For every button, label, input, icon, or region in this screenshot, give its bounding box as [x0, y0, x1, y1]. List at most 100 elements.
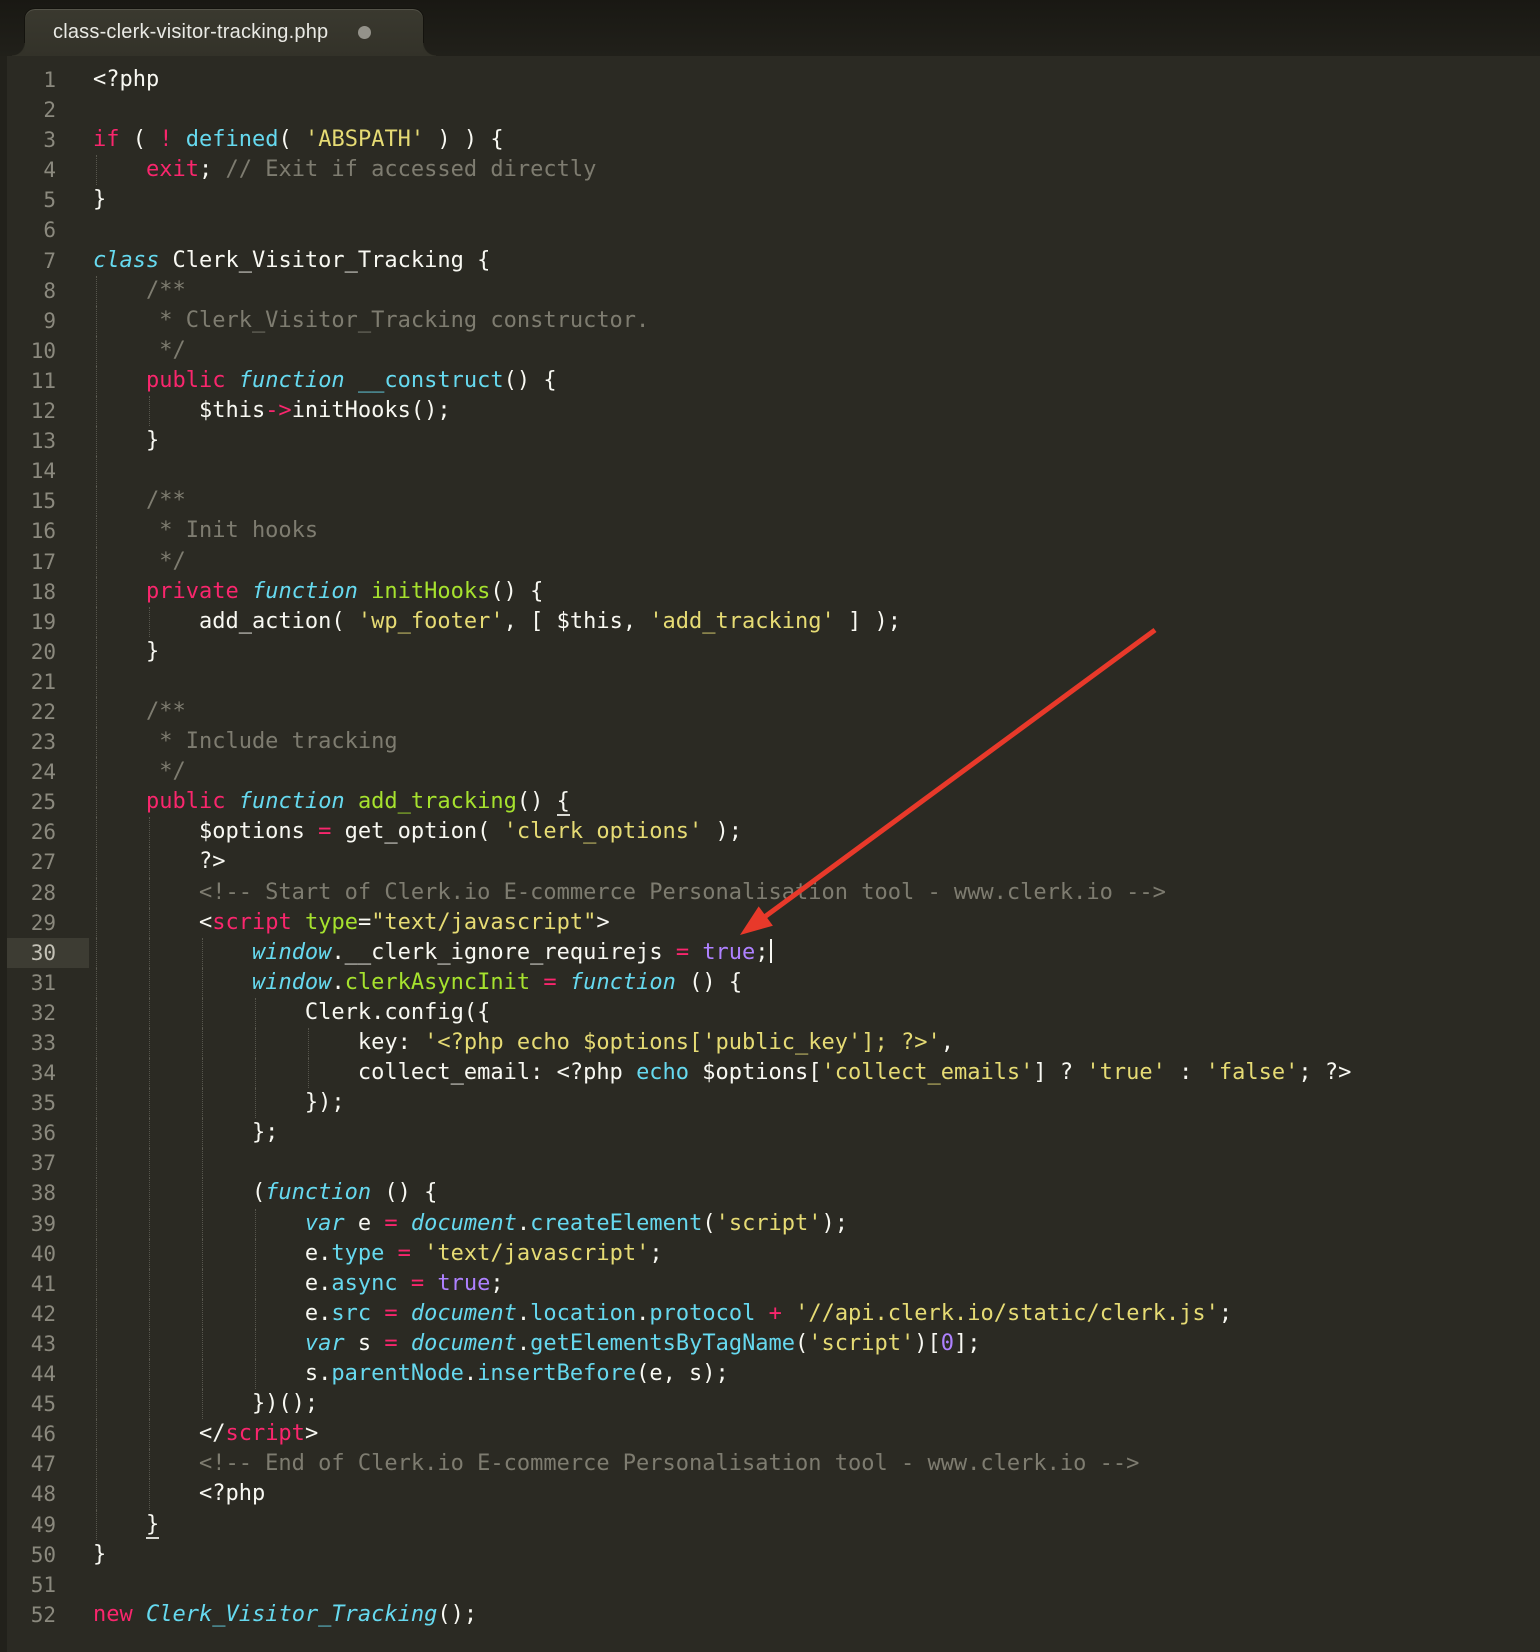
code-line-8[interactable]: 8 /** — [0, 276, 1540, 306]
line-number[interactable]: 34 — [0, 1058, 56, 1088]
code-line-35[interactable]: 35 }); — [0, 1088, 1540, 1118]
line-number[interactable]: 19 — [0, 607, 56, 637]
code-line-19[interactable]: 19 add_action( 'wp_footer', [ $this, 'ad… — [0, 607, 1540, 637]
line-number[interactable]: 8 — [0, 276, 56, 306]
code-line-text[interactable]: e.src = document.location.protocol + '//… — [93, 1299, 1540, 1329]
line-number[interactable]: 2 — [0, 95, 56, 125]
line-number[interactable]: 36 — [0, 1118, 56, 1148]
code-line-text[interactable]: s.parentNode.insertBefore(e, s); — [93, 1359, 1540, 1389]
code-line-28[interactable]: 28 <!-- Start of Clerk.io E-commerce Per… — [0, 878, 1540, 908]
code-line-43[interactable]: 43 var s = document.getElementsByTagName… — [0, 1329, 1540, 1359]
line-number[interactable]: 11 — [0, 366, 56, 396]
code-line-text[interactable]: */ — [93, 336, 1540, 366]
code-line-text[interactable]: })(); — [93, 1389, 1540, 1419]
code-editor[interactable]: 1<?php23if ( ! defined( 'ABSPATH' ) ) {4… — [0, 56, 1540, 1652]
code-line-46[interactable]: 46 </script> — [0, 1419, 1540, 1449]
line-number[interactable]: 40 — [0, 1239, 56, 1269]
code-line-text[interactable]: var s = document.getElementsByTagName('s… — [93, 1329, 1540, 1359]
code-line-text[interactable] — [93, 456, 1540, 486]
code-line-22[interactable]: 22 /** — [0, 697, 1540, 727]
code-line-text[interactable]: ?> — [93, 847, 1540, 877]
code-line-text[interactable]: var e = document.createElement('script')… — [93, 1209, 1540, 1239]
code-line-text[interactable]: }; — [93, 1118, 1540, 1148]
code-line-48[interactable]: 48 <?php — [0, 1479, 1540, 1509]
code-line-47[interactable]: 47 <!-- End of Clerk.io E-commerce Perso… — [0, 1449, 1540, 1479]
code-line-50[interactable]: 50} — [0, 1540, 1540, 1570]
code-line-text[interactable]: window.__clerk_ignore_requirejs = true; — [93, 938, 1540, 968]
code-line-29[interactable]: 29 <script type="text/javascript"> — [0, 908, 1540, 938]
code-line-text[interactable]: } — [93, 637, 1540, 667]
line-number[interactable]: 15 — [0, 486, 56, 516]
code-line-9[interactable]: 9 * Clerk_Visitor_Tracking constructor. — [0, 306, 1540, 336]
code-line-text[interactable]: * Init hooks — [93, 516, 1540, 546]
code-line-text[interactable]: add_action( 'wp_footer', [ $this, 'add_t… — [93, 607, 1540, 637]
code-line-text[interactable]: e.async = true; — [93, 1269, 1540, 1299]
line-number[interactable]: 33 — [0, 1028, 56, 1058]
code-area[interactable]: 1<?php23if ( ! defined( 'ABSPATH' ) ) {4… — [0, 65, 1540, 1630]
code-line-1[interactable]: 1<?php — [0, 65, 1540, 95]
code-line-36[interactable]: 36 }; — [0, 1118, 1540, 1148]
line-number[interactable]: 51 — [0, 1570, 56, 1600]
code-line-text[interactable]: /** — [93, 276, 1540, 306]
line-number[interactable]: 6 — [0, 215, 56, 245]
code-line-5[interactable]: 5} — [0, 185, 1540, 215]
line-number[interactable]: 5 — [0, 185, 56, 215]
code-line-38[interactable]: 38 (function () { — [0, 1178, 1540, 1208]
code-line-37[interactable]: 37 — [0, 1148, 1540, 1178]
code-line-20[interactable]: 20 } — [0, 637, 1540, 667]
line-number[interactable]: 52 — [0, 1600, 56, 1630]
code-line-39[interactable]: 39 var e = document.createElement('scrip… — [0, 1209, 1540, 1239]
code-line-6[interactable]: 6 — [0, 215, 1540, 245]
code-line-26[interactable]: 26 $options = get_option( 'clerk_options… — [0, 817, 1540, 847]
line-number[interactable]: 14 — [0, 456, 56, 486]
code-line-text[interactable]: } — [93, 1540, 1540, 1570]
code-line-10[interactable]: 10 */ — [0, 336, 1540, 366]
line-number[interactable]: 24 — [0, 757, 56, 787]
code-line-text[interactable]: <?php — [93, 1479, 1540, 1509]
code-line-text[interactable]: new Clerk_Visitor_Tracking(); — [93, 1600, 1540, 1630]
code-line-text[interactable]: collect_email: <?php echo $options['coll… — [93, 1058, 1540, 1088]
code-line-text[interactable]: private function initHooks() { — [93, 577, 1540, 607]
code-line-44[interactable]: 44 s.parentNode.insertBefore(e, s); — [0, 1359, 1540, 1389]
line-number[interactable]: 49 — [0, 1510, 56, 1540]
line-number[interactable]: 9 — [0, 306, 56, 336]
code-line-text[interactable]: */ — [93, 547, 1540, 577]
line-number[interactable]: 38 — [0, 1178, 56, 1208]
code-line-31[interactable]: 31 window.clerkAsyncInit = function () { — [0, 968, 1540, 998]
line-number[interactable]: 44 — [0, 1359, 56, 1389]
code-line-text[interactable]: $this->initHooks(); — [93, 396, 1540, 426]
line-number[interactable]: 1 — [0, 65, 56, 95]
code-line-text[interactable]: window.clerkAsyncInit = function () { — [93, 968, 1540, 998]
code-line-13[interactable]: 13 } — [0, 426, 1540, 456]
code-line-32[interactable]: 32 Clerk.config({ — [0, 998, 1540, 1028]
code-line-42[interactable]: 42 e.src = document.location.protocol + … — [0, 1299, 1540, 1329]
line-number[interactable]: 48 — [0, 1479, 56, 1509]
code-line-49[interactable]: 49 } — [0, 1510, 1540, 1540]
code-line-52[interactable]: 52 new Clerk_Visitor_Tracking(); — [0, 1600, 1540, 1630]
code-line-text[interactable]: } — [93, 426, 1540, 456]
code-line-text[interactable] — [93, 667, 1540, 697]
code-line-text[interactable]: } — [93, 1510, 1540, 1540]
code-line-text[interactable]: exit; // Exit if accessed directly — [93, 155, 1540, 185]
line-number[interactable]: 27 — [0, 847, 56, 877]
code-line-15[interactable]: 15 /** — [0, 486, 1540, 516]
line-number[interactable]: 25 — [0, 787, 56, 817]
line-number[interactable]: 50 — [0, 1540, 56, 1570]
line-number[interactable]: 41 — [0, 1269, 56, 1299]
code-line-23[interactable]: 23 * Include tracking — [0, 727, 1540, 757]
code-line-40[interactable]: 40 e.type = 'text/javascript'; — [0, 1239, 1540, 1269]
line-number[interactable]: 26 — [0, 817, 56, 847]
code-line-51[interactable]: 51 — [0, 1570, 1540, 1600]
code-line-7[interactable]: 7class Clerk_Visitor_Tracking { — [0, 246, 1540, 276]
line-number[interactable]: 35 — [0, 1088, 56, 1118]
line-number[interactable]: 12 — [0, 396, 56, 426]
line-number[interactable]: 28 — [0, 878, 56, 908]
code-line-text[interactable]: /** — [93, 697, 1540, 727]
code-line-41[interactable]: 41 e.async = true; — [0, 1269, 1540, 1299]
line-number[interactable]: 4 — [0, 155, 56, 185]
code-line-text[interactable] — [93, 95, 1540, 125]
code-line-34[interactable]: 34 collect_email: <?php echo $options['c… — [0, 1058, 1540, 1088]
line-number[interactable]: 46 — [0, 1419, 56, 1449]
line-number[interactable]: 37 — [0, 1148, 56, 1178]
line-number[interactable]: 47 — [0, 1449, 56, 1479]
